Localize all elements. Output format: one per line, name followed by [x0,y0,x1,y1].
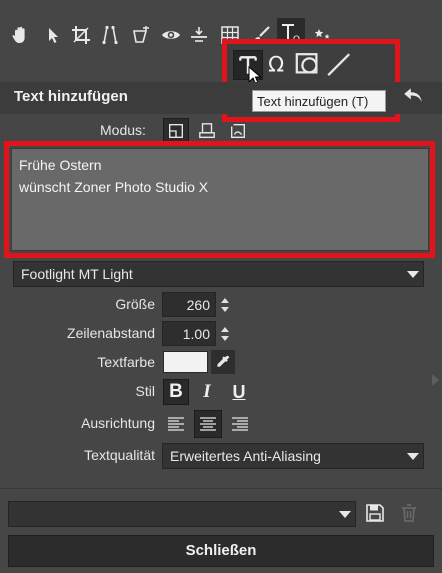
chevron-down-icon [407,271,419,278]
alignment-label: Ausrichtung [81,415,155,431]
bold-button[interactable]: B [163,379,189,405]
mode-curve-button[interactable] [225,118,251,144]
size-value: 260 [186,297,210,313]
save-preset-button[interactable] [365,503,387,525]
text-input-value: Frühe Ostern wünscht Zoner Photo Studio … [19,157,209,195]
hand-icon[interactable] [9,22,31,48]
align-left-button[interactable] [163,411,189,437]
line-spacing-value: 1.00 [182,326,210,342]
mode-stamp-button[interactable] [194,118,220,144]
warp-icon[interactable] [130,22,152,48]
size-input[interactable]: 260 [162,292,216,317]
close-button[interactable]: Schließen [8,535,434,567]
text-color-swatch[interactable] [163,351,208,373]
symbol-omega-icon[interactable]: Ω [264,50,292,78]
align-left-icon [168,417,184,431]
quality-dropdown-value: Erweitertes Anti-Aliasing [170,448,321,464]
svg-text:Ω: Ω [268,53,284,75]
frame-mode-icon [169,124,183,138]
divider [0,488,442,489]
main-toolbar: Ω [0,8,442,48]
align-center-icon [200,417,216,431]
align-right-icon [232,417,248,431]
line-spacing-input[interactable]: 1.00 [162,321,216,346]
style-label: Stil [135,383,155,399]
straighten-icon[interactable] [99,22,121,48]
select-arrow-icon[interactable] [42,22,64,48]
delete-preset-button[interactable] [399,503,421,525]
save-icon [366,504,384,522]
underline-button[interactable]: U [226,379,252,405]
chevron-down-icon [407,453,419,460]
align-right-button[interactable] [227,411,253,437]
eyedropper-icon [217,355,230,367]
preset-dropdown[interactable] [8,501,356,527]
redeye-icon[interactable] [160,22,182,48]
line-spacing-label: Zeilenabstand [67,325,155,341]
size-stepper[interactable] [219,292,231,318]
align-center-button[interactable] [194,410,222,438]
text-input-area[interactable]: Frühe Ostern wünscht Zoner Photo Studio … [11,148,429,251]
curve-mode-icon [231,124,245,138]
undo-arrow-icon[interactable] [402,84,426,108]
panel-title: Text hinzufügen [14,88,128,105]
shape-icon[interactable] [294,50,322,78]
font-dropdown[interactable]: Footlight MT Light [13,261,424,287]
line-icon[interactable] [324,50,352,78]
size-label: Größe [115,296,155,312]
text-color-label: Textfarbe [97,354,155,370]
chevron-down-icon [339,511,351,518]
level-icon[interactable] [188,22,210,48]
panel-collapse-icon[interactable] [432,374,439,386]
stamp-mode-icon [199,123,215,138]
italic-button[interactable]: I [194,379,220,405]
crop-icon[interactable] [70,22,92,48]
tooltip: Text hinzufügen (T) [252,90,386,112]
font-dropdown-value: Footlight MT Light [21,266,133,282]
quality-dropdown[interactable]: Erweitertes Anti-Aliasing [162,443,424,469]
eyedropper-button[interactable] [211,350,235,374]
mode-frame-button[interactable] [163,118,189,144]
mode-label: Modus: [100,122,146,138]
quality-label: Textqualität [84,447,155,463]
line-spacing-stepper[interactable] [219,321,231,347]
trash-icon [402,504,416,522]
